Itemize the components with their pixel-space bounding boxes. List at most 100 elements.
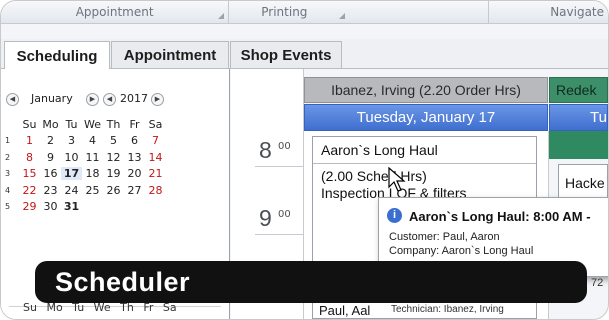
calendar-day[interactable]: 23: [40, 184, 61, 197]
prev-year-button[interactable]: ◀: [103, 93, 116, 106]
minutes-label: 00: [278, 209, 291, 220]
calendar-day[interactable]: 22: [19, 184, 40, 197]
calendar-day[interactable]: 2: [40, 134, 61, 147]
calendar-day[interactable]: 12: [103, 151, 124, 164]
calendar-day[interactable]: 8: [19, 151, 40, 164]
tab-scheduling[interactable]: Scheduling: [4, 41, 110, 70]
tooltip-title: Aaron`s Long Haul: 8:00 AM -: [409, 209, 591, 224]
appointment-divider: [313, 163, 536, 164]
calendar-day[interactable]: 3: [61, 134, 82, 147]
tooltip-customer: Customer: Paul, Aaron: [389, 231, 500, 243]
appointment-bottom-label[interactable]: Paul, Aal: [319, 303, 370, 318]
ribbon-group-label: Printing: [261, 5, 308, 19]
week-number: 5: [5, 202, 11, 212]
resource-header-redek[interactable]: Redek: [549, 77, 608, 103]
calendar-week-row: 2 8 9 10 11 12 13 14: [5, 149, 166, 166]
calendar-day[interactable]: 27: [124, 184, 145, 197]
day-header-label: Tuesday, January 17: [356, 109, 496, 126]
week-number: 2: [5, 152, 11, 162]
calendar-day-selected[interactable]: 17: [61, 167, 82, 181]
weekday-label: Mo: [42, 117, 59, 131]
day-header[interactable]: Tuesday, January 17: [304, 104, 548, 131]
calendar-day[interactable]: 10: [61, 151, 82, 164]
calendar-day[interactable]: 14: [145, 151, 166, 164]
half-hour-line: [255, 166, 303, 167]
day-header-label: Tu: [590, 109, 607, 126]
next-year-button[interactable]: ▶: [151, 93, 164, 106]
calendar-week-row: 3 15 16 17 18 19 20 21: [5, 166, 166, 183]
minutes-label: 00: [278, 141, 291, 152]
tab-shop-events[interactable]: Shop Events: [230, 41, 342, 68]
tooltip-technician: Technician: Ibanez, Irving: [391, 304, 504, 315]
ribbon-group-label: Navigate: [550, 5, 605, 19]
calendar-day[interactable]: 29: [19, 200, 40, 213]
hour-label: 9: [259, 205, 272, 231]
calendar-day[interactable]: 24: [61, 184, 82, 197]
ribbon-group-label: Appointment: [75, 5, 154, 19]
calendar-day[interactable]: 16: [40, 167, 61, 180]
calendar-day[interactable]: 6: [124, 134, 145, 147]
calendar-day[interactable]: 21: [145, 167, 166, 180]
resource-name: Ibanez, Irving (2.20 Order Hrs): [331, 82, 521, 98]
calendar-day[interactable]: 13: [124, 151, 145, 164]
calendar-day[interactable]: 7: [145, 134, 166, 147]
calendar-grid: Su Mo Tu We Th Fr Sa 1 1 2 3 4 5 6 7 2 8: [5, 116, 166, 215]
next-month-button[interactable]: ▶: [86, 93, 99, 106]
weekday-label: Fr: [129, 117, 140, 131]
week-number: 3: [5, 169, 11, 179]
weekday-label: Th: [106, 117, 121, 131]
ribbon-group-printing[interactable]: Printing: [229, 1, 490, 23]
tab-label: Appointment: [123, 46, 217, 64]
calendar-day[interactable]: 30: [40, 200, 61, 213]
caption-banner: Scheduler: [35, 261, 587, 303]
calendar-week-row: 5 29 30 31: [5, 199, 166, 216]
calendar-day[interactable]: 25: [82, 184, 103, 197]
day-header-next[interactable]: Tu: [549, 104, 608, 131]
tooltip-company: Company: Aaron`s Long Haul: [389, 245, 534, 257]
resource-color-bar: [549, 131, 608, 159]
calendar-day[interactable]: 31: [61, 200, 82, 213]
dialog-launcher-icon[interactable]: [218, 13, 225, 19]
weekday-label: Tu: [65, 117, 78, 131]
calendar-day[interactable]: 28: [145, 184, 166, 197]
calendar-month-label: January: [31, 92, 73, 105]
appointment-title: Aaron`s Long Haul: [321, 142, 438, 158]
mouse-pointer-icon: [388, 167, 406, 192]
week-number: 4: [5, 185, 11, 195]
ribbon-group-bar: Appointment Printing Navigate: [1, 1, 608, 24]
calendar-day[interactable]: 15: [19, 167, 40, 180]
ribbon-group-appointment[interactable]: Appointment: [1, 1, 230, 23]
weekday-label: Su: [22, 117, 37, 131]
weekday-label: Sa: [148, 117, 163, 131]
calendar-day[interactable]: 20: [124, 167, 145, 180]
half-hour-line: [255, 234, 303, 235]
caption-label: Scheduler: [55, 266, 191, 297]
calendar-day[interactable]: 4: [82, 134, 103, 147]
calendar-day[interactable]: 26: [103, 184, 124, 197]
app-window: Appointment Printing Navigate Scheduling…: [0, 0, 609, 320]
view-tab-strip: Scheduling Appointment Shop Events: [1, 39, 608, 70]
week-number: 1: [5, 136, 11, 146]
calendar-day[interactable]: 9: [40, 151, 61, 164]
calendar-week-row: 4 22 23 24 25 26 27 28: [5, 182, 166, 199]
ribbon-group-navigate[interactable]: Navigate: [489, 1, 608, 23]
calendar-day[interactable]: 18: [82, 167, 103, 180]
tab-label: Shop Events: [240, 46, 332, 64]
prev-month-button[interactable]: ◀: [6, 93, 19, 106]
tab-appointment[interactable]: Appointment: [111, 41, 229, 68]
calendar-year-label: 2017: [120, 92, 148, 105]
resource-header-ibanez[interactable]: Ibanez, Irving (2.20 Order Hrs): [304, 77, 548, 103]
calendar-day[interactable]: 5: [103, 134, 124, 147]
calendar-day[interactable]: 19: [103, 167, 124, 180]
calendar-day[interactable]: 1: [19, 134, 40, 147]
hour-label: 8: [259, 137, 272, 163]
tooltip-number-partial: 72: [591, 277, 604, 289]
tab-label: Scheduling: [16, 47, 98, 65]
weekday-header-row: Su Mo Tu We Th Fr Sa: [5, 116, 166, 133]
resource-name: Redek: [556, 82, 597, 98]
appointment-hours: (2.00 Sched Hrs): [321, 168, 427, 184]
calendar-day[interactable]: 11: [82, 151, 103, 164]
dialog-launcher-icon[interactable]: [339, 13, 346, 19]
appointment-title: Hacke: [565, 175, 605, 191]
info-icon: i: [387, 208, 402, 223]
